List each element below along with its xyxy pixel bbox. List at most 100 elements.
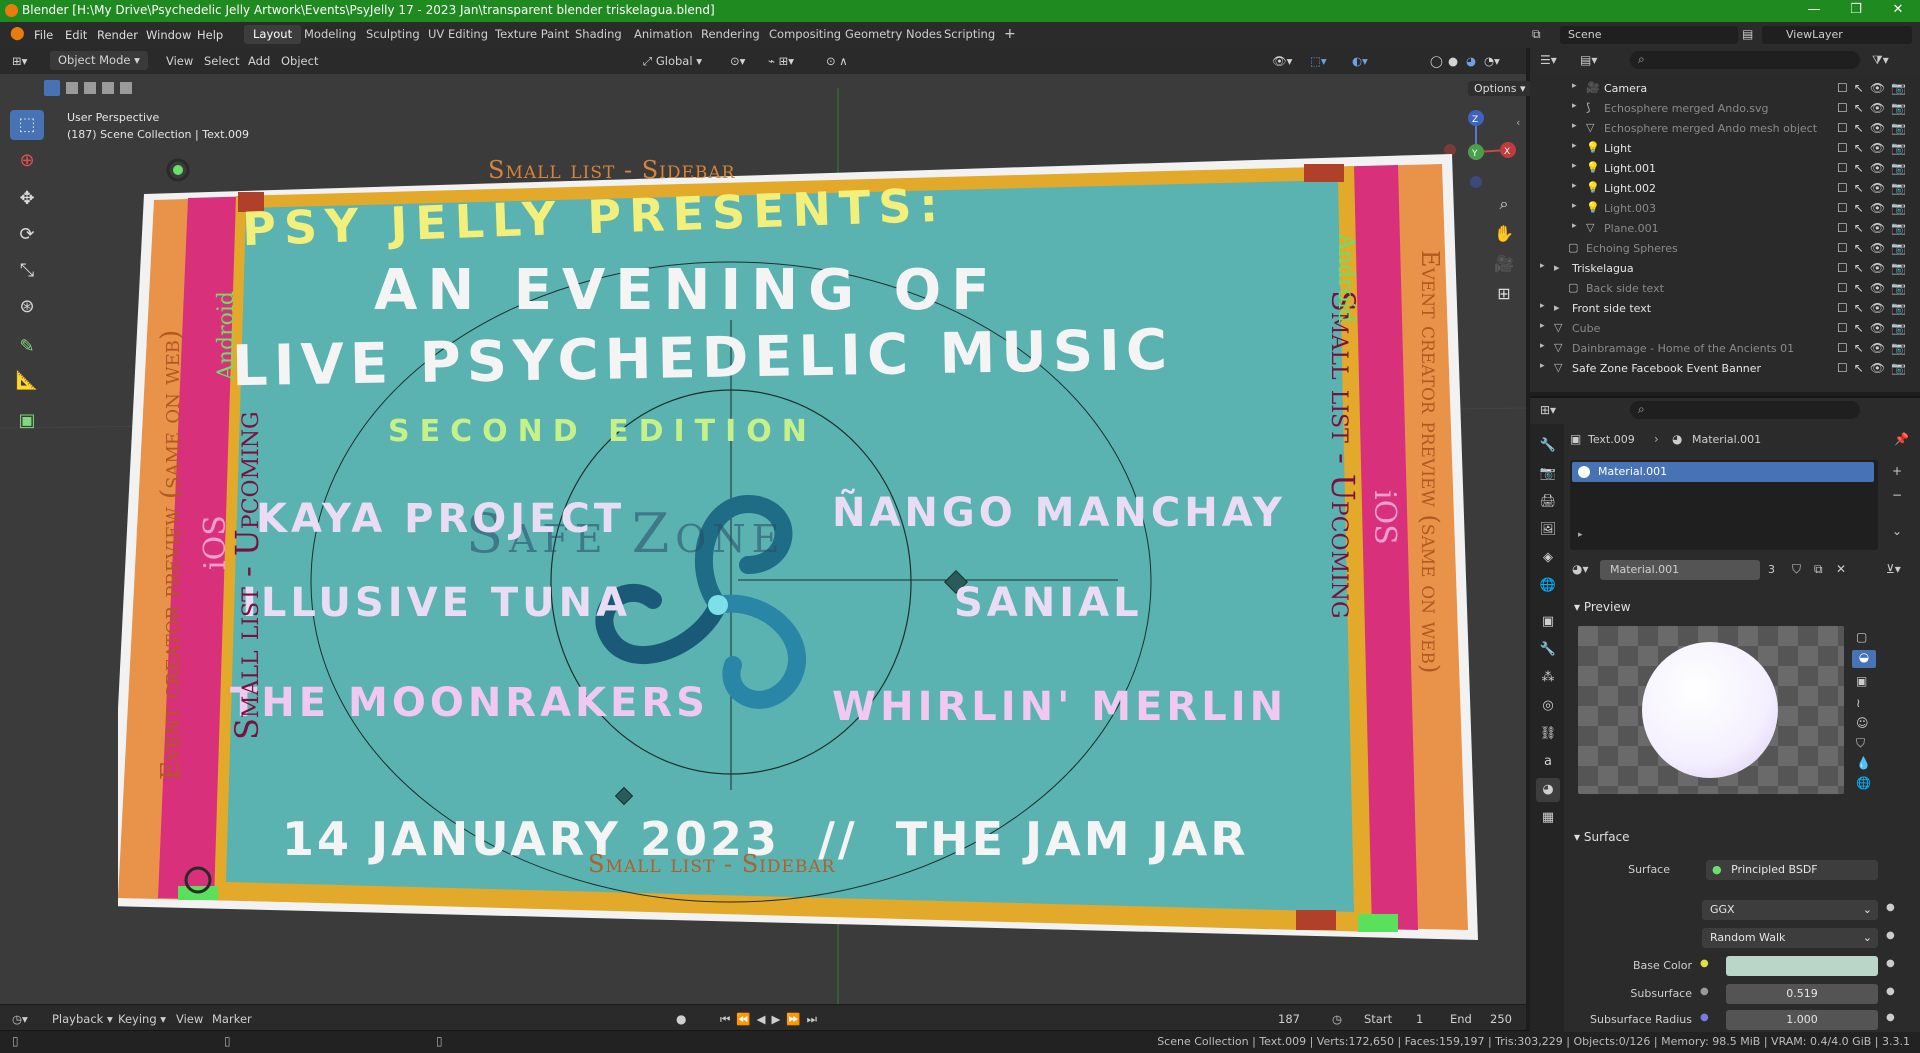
outliner-row[interactable]: ▢ Echoing Spheres ☐↖👁📷 — [1530, 238, 1920, 258]
timeline-menu-view[interactable]: View — [176, 1012, 203, 1026]
expand-arrow-icon[interactable]: ▸ — [1572, 221, 1577, 231]
tab-shading[interactable]: Shading — [566, 25, 631, 44]
data-tab-icon[interactable]: a — [1536, 750, 1560, 774]
outliner-row[interactable]: ▸ ⟆ Echosphere merged Ando.svg ☐↖👁📷 — [1530, 98, 1920, 118]
outliner-row[interactable]: ▸ ▽ Echosphere merged Ando mesh object ☐↖👁📷 — [1530, 118, 1920, 138]
filter-icon[interactable]: ⧩▾ — [1872, 53, 1889, 68]
menu-render[interactable]: Render — [97, 28, 138, 42]
visibility-toggles-icon[interactable]: ☐↖👁📷 — [1837, 361, 1912, 375]
tab-animation[interactable]: Animation — [625, 25, 702, 44]
tab-sculpting[interactable]: Sculpting — [357, 25, 429, 44]
expand-arrow-icon[interactable]: ▸ — [1540, 301, 1545, 311]
properties-search-input[interactable] — [1630, 401, 1860, 419]
tab-rendering[interactable]: Rendering — [692, 25, 769, 44]
tab-texture-paint[interactable]: Texture Paint — [486, 25, 578, 44]
preview-section-header[interactable]: ▾ Preview — [1574, 600, 1631, 614]
outliner-row[interactable]: ▸ 💡 Light.002 ☐↖👁📷 — [1530, 178, 1920, 198]
remove-slot-button[interactable]: − — [1892, 488, 1902, 502]
end-frame[interactable]: 250 — [1490, 1012, 1512, 1026]
physics-tab-icon[interactable]: ◎ — [1536, 694, 1560, 718]
select-invert-icon[interactable] — [102, 82, 114, 94]
constraints-tab-icon[interactable]: ⛓ — [1536, 722, 1560, 746]
outliner-row[interactable]: ▸ ▽ Dainbramage - Home of the Ancients 01 ☐… — [1530, 338, 1920, 358]
select-mode-buttons[interactable] — [44, 80, 144, 98]
pivot-icon[interactable]: ⊙▾ — [730, 54, 745, 68]
record-icon[interactable]: ● — [676, 1012, 686, 1026]
properties-editor-icon[interactable]: ⊞▾ — [1540, 403, 1556, 417]
preview-world-icon[interactable]: 🌐 — [1856, 776, 1871, 790]
rotate-tool-icon[interactable]: ⟳ — [10, 220, 44, 250]
scene-field[interactable]: Scene — [1560, 26, 1738, 44]
visibility-icon[interactable]: 👁▾ — [1272, 54, 1292, 68]
surface-section-header[interactable]: ▾ Surface — [1574, 830, 1630, 844]
scale-tool-icon[interactable]: ⤡ — [10, 256, 44, 286]
viewport-menu-object[interactable]: Object — [281, 54, 318, 68]
preview-flat-icon[interactable]: ▢ — [1856, 630, 1867, 644]
timeline-menu-marker[interactable]: Marker — [212, 1012, 252, 1026]
subsurface-field[interactable]: 0.519 — [1726, 984, 1878, 1004]
current-frame[interactable]: 187 — [1278, 1012, 1300, 1026]
visibility-toggles-icon[interactable]: ☐↖👁📷 — [1837, 301, 1912, 315]
sidebar-toggle-icon[interactable]: ‹ — [1516, 116, 1520, 129]
add-cube-tool-icon[interactable]: ▣ — [10, 406, 44, 436]
outliner-row[interactable]: ▸ ▸ Triskelagua ☐↖👁📷 — [1530, 258, 1920, 278]
properties-panel[interactable]: ⊞▾ ⌕ 🔧 📷 🖨 🖼 ◈ 🌐 ▣ 🔧 ⁂ ◎ ⛓ a ◕ ▦ ▣ Text.… — [1530, 396, 1920, 1032]
timeline-menu-playback[interactable]: Playback ▾ — [52, 1012, 113, 1026]
output-tab-icon[interactable]: 🖨 — [1536, 490, 1560, 514]
tab-geometry-nodes[interactable]: Geometry Nodes — [836, 25, 951, 44]
pan-icon[interactable]: ✋ — [1492, 222, 1516, 246]
slot-expand-icon[interactable]: ▸ — [1578, 530, 1583, 540]
orientation-dropdown[interactable]: ⤢ Global ▾ — [643, 54, 702, 69]
view-layer-tab-icon[interactable]: 🖼 — [1536, 518, 1560, 542]
texture-tab-icon[interactable]: ▦ — [1536, 806, 1560, 830]
preview-sphere-button[interactable]: ◒ — [1852, 650, 1876, 668]
outliner-row[interactable]: ▸ ▽ Cube ☐↖👁📷 — [1530, 318, 1920, 338]
outliner-row[interactable]: ▸ ▽ Safe Zone Facebook Event Banner ☐↖👁📷 — [1530, 358, 1920, 378]
outliner-search-input[interactable] — [1630, 51, 1860, 69]
slot-menu-button[interactable]: ⌄ — [1892, 524, 1902, 538]
outliner-row[interactable]: ▸ 💡 Light.001 ☐↖👁📷 — [1530, 158, 1920, 178]
outliner-editor-icon[interactable]: ☰▾ — [1540, 53, 1557, 67]
render-tab-icon[interactable]: 📷 — [1536, 462, 1560, 486]
pin-icon[interactable]: 📌 — [1894, 432, 1909, 446]
visibility-toggles-icon[interactable]: ☐↖👁📷 — [1837, 341, 1912, 355]
subsurface-radius-field[interactable]: 1.000 — [1726, 1010, 1878, 1030]
material-datablock[interactable]: ◕▾ Material.001 3 ⛉ ⧉ ✕ — [1570, 560, 1878, 580]
visibility-toggles-icon[interactable]: ☐↖👁📷 — [1837, 161, 1912, 175]
options-dropdown[interactable]: Options ▾ — [1468, 81, 1532, 96]
expand-arrow-icon[interactable]: ▸ — [1572, 161, 1577, 171]
shading-material-icon[interactable]: ◕ — [1466, 54, 1476, 68]
add-slot-button[interactable]: + — [1892, 464, 1902, 478]
add-workspace-button[interactable]: + — [995, 25, 1025, 44]
outliner-row[interactable]: ▸ ▸ Front side text ☐↖👁📷 — [1530, 298, 1920, 318]
expand-arrow-icon[interactable]: ▸ — [1540, 361, 1545, 371]
modifier-tab-icon[interactable]: 🔧 — [1536, 638, 1560, 662]
select-subtract-icon[interactable] — [84, 82, 96, 94]
blender-menu-icon[interactable]: ⬤ — [10, 26, 25, 41]
measure-tool-icon[interactable]: 📐 — [10, 366, 44, 396]
cursor-tool-icon[interactable]: ⊕ — [10, 146, 44, 176]
material-users-count[interactable]: 3 — [1768, 563, 1775, 576]
material-slot-row[interactable]: Material.001 — [1572, 462, 1874, 482]
outliner-row[interactable]: ▸ 💡 Light ☐↖👁📷 — [1530, 138, 1920, 158]
subsurface-method-keyframe-icon[interactable]: ● — [1886, 930, 1895, 941]
preview-cube-icon[interactable]: ▣ — [1856, 674, 1867, 688]
timeline-menu-keying[interactable]: Keying ▾ — [118, 1012, 166, 1026]
outliner-row[interactable]: ▸ 🎥 Camera ☐↖👁📷 — [1530, 78, 1920, 98]
proportional-edit-icon[interactable]: ⊙ ∧ — [826, 54, 848, 68]
close-button[interactable]: ✕ — [1878, 2, 1918, 20]
expand-arrow-icon[interactable]: ▸ — [1572, 121, 1577, 131]
duplicate-material-icon[interactable]: ⧉ — [1814, 562, 1823, 577]
editor-type-icon[interactable]: ⊞▾ — [12, 54, 27, 68]
maximize-button[interactable]: ❐ — [1836, 2, 1876, 20]
menu-window[interactable]: Window — [146, 28, 191, 42]
menu-edit[interactable]: Edit — [65, 28, 87, 42]
visibility-toggles-icon[interactable]: ☐↖👁📷 — [1837, 221, 1912, 235]
outliner-panel[interactable]: ☰▾ ▤▾ ⌕ ⧩▾ ▸ 🎥 Camera ☐↖👁📷 ▸ ⟆ Echosphere merg… — [1530, 48, 1920, 392]
base-color-keyframe-icon[interactable]: ● — [1886, 958, 1895, 969]
visibility-toggles-icon[interactable]: ☐↖👁📷 — [1837, 101, 1912, 115]
shading-solid-icon[interactable]: ● — [1448, 54, 1458, 68]
preview-cloth-icon[interactable]: ⛉ — [1856, 736, 1865, 751]
outliner-row[interactable]: ▢ Back side text ☐↖👁📷 — [1530, 278, 1920, 298]
fake-user-icon[interactable]: ⛉ — [1792, 562, 1801, 577]
